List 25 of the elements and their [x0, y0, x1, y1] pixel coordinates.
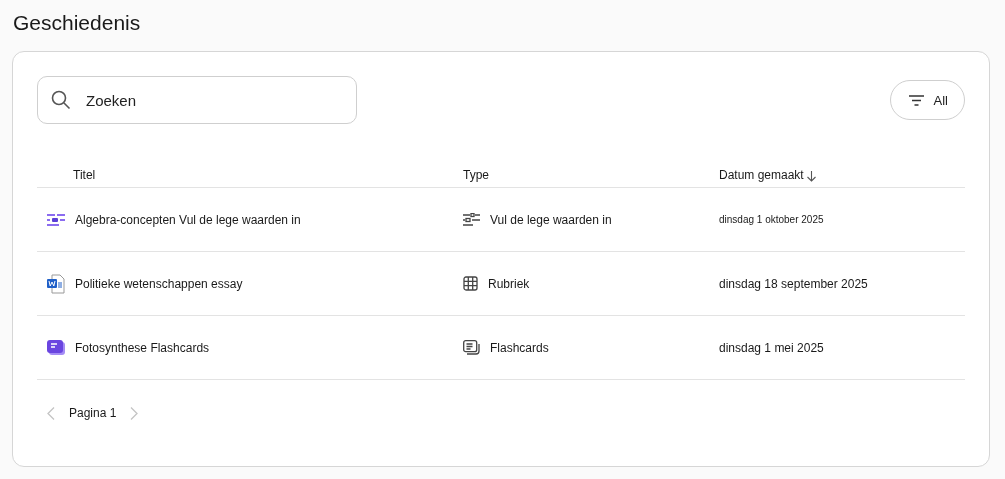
filter-icon	[908, 94, 924, 106]
sort-arrow-icon	[806, 171, 816, 182]
card-stack-icon	[463, 340, 480, 355]
column-header[interactable]: Titel	[73, 168, 96, 182]
sliders-icon	[463, 213, 480, 226]
column-header[interactable]: Datum gemaakt	[719, 168, 804, 182]
type-cell: Rubriek	[488, 276, 530, 291]
grid-icon	[463, 276, 478, 291]
search-field[interactable]: Zoeken	[37, 76, 357, 124]
filter-button[interactable]: All	[889, 80, 965, 120]
title-cell[interactable]: Politieke wetenschappen essay	[75, 276, 243, 291]
date-cell: dinsdag 18 september 2025	[719, 276, 868, 291]
search-icon	[51, 90, 71, 110]
card-stack-icon	[47, 339, 65, 356]
type-cell: Vul de lege waarden in	[490, 212, 612, 227]
type-cell: Flashcards	[490, 340, 549, 355]
column-header[interactable]: Type	[463, 168, 489, 182]
page-title: Geschiedenis	[13, 10, 142, 36]
sliders-icon	[47, 213, 65, 226]
title-cell[interactable]: Fotosynthese Flashcards	[75, 340, 210, 355]
document-icon	[47, 273, 65, 294]
page-label: Pagina 1	[69, 406, 117, 420]
date-cell: dinsdag 1 oktober 2025	[719, 214, 824, 225]
date-cell: dinsdag 1 mei 2025	[719, 340, 824, 355]
title-cell[interactable]: Algebra-concepten Vul de lege waarden in	[75, 212, 301, 227]
